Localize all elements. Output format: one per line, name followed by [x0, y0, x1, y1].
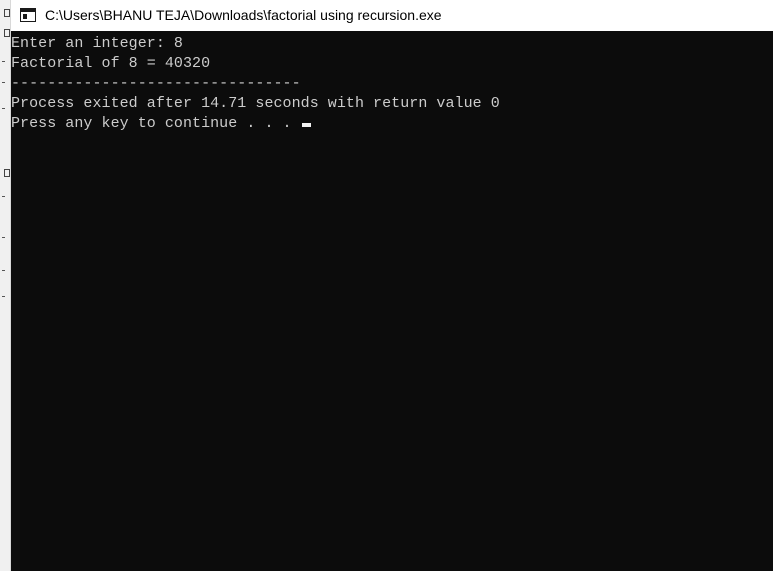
console-window[interactable]: C:\Users\BHANU TEJA\Downloads\factorial … — [11, 0, 773, 571]
tree-line-mark — [2, 270, 5, 271]
tree-line-mark — [2, 82, 5, 83]
console-line-separator: -------------------------------- — [11, 75, 301, 92]
tree-line-mark — [2, 61, 5, 62]
console-line-prompt: Enter an integer: 8 — [11, 35, 183, 52]
tree-expander-icon — [4, 29, 10, 37]
title-bar[interactable]: C:\Users\BHANU TEJA\Downloads\factorial … — [11, 0, 773, 31]
tree-line-mark — [2, 108, 5, 109]
tree-line-mark — [2, 196, 5, 197]
background-window-edge — [0, 0, 11, 571]
tree-expander-icon — [4, 9, 10, 17]
console-line-exit-status: Process exited after 14.71 seconds with … — [11, 95, 500, 112]
tree-line-mark — [2, 296, 5, 297]
continue-prompt-text: Press any key to continue . . . — [11, 115, 301, 132]
console-output[interactable]: Enter an integer: 8 Factorial of 8 = 403… — [11, 34, 773, 571]
console-line-result: Factorial of 8 = 40320 — [11, 55, 211, 72]
tree-expander-icon — [4, 169, 10, 177]
console-app-icon[interactable] — [20, 8, 36, 22]
tree-line-mark — [2, 237, 5, 238]
window-title: C:\Users\BHANU TEJA\Downloads\factorial … — [45, 7, 442, 23]
text-cursor — [301, 123, 311, 127]
console-line-continue: Press any key to continue . . . — [11, 114, 311, 134]
